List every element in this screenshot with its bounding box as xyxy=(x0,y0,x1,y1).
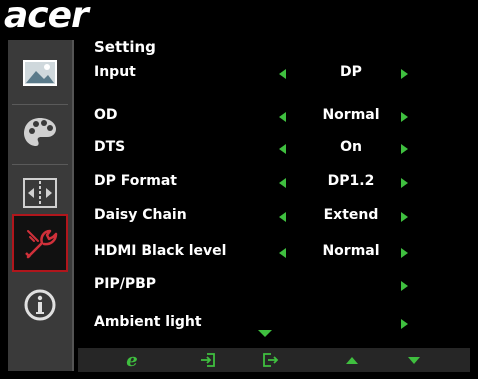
acer-logo: acer xyxy=(4,0,89,36)
menu-row[interactable]: PIP/PBP xyxy=(0,276,478,296)
menu-row-label: Daisy Chain xyxy=(94,207,187,223)
left-arrow-icon[interactable] xyxy=(279,69,286,79)
menu-row[interactable]: Daisy Chain Extend xyxy=(0,207,478,227)
menu-row-value: DP1.2 xyxy=(327,173,375,189)
sidebar-divider xyxy=(12,104,68,105)
right-arrow-icon[interactable] xyxy=(401,178,408,188)
exit-button[interactable] xyxy=(258,350,282,370)
menu-row[interactable]: OD Normal xyxy=(0,107,478,127)
up-arrow-icon xyxy=(346,357,358,364)
sidebar-divider xyxy=(12,164,68,165)
menu-row[interactable]: HDMI Black level Normal xyxy=(0,243,478,263)
down-button[interactable] xyxy=(402,350,426,370)
right-arrow-icon[interactable] xyxy=(401,319,408,329)
left-arrow-icon[interactable] xyxy=(279,144,286,154)
bottom-control-bar: e xyxy=(78,348,470,372)
left-arrow-icon[interactable] xyxy=(279,112,286,122)
enter-button[interactable] xyxy=(196,350,220,370)
left-arrow-icon[interactable] xyxy=(279,212,286,222)
menu-row-value: Normal xyxy=(322,243,380,259)
down-arrow-icon xyxy=(408,357,420,364)
menu-row[interactable]: Input DP xyxy=(0,64,478,84)
menu-row[interactable]: DP Format DP1.2 xyxy=(0,173,478,193)
right-arrow-icon[interactable] xyxy=(401,281,408,291)
menu-row-label: DTS xyxy=(94,139,126,155)
right-arrow-icon[interactable] xyxy=(401,112,408,122)
left-arrow-icon[interactable] xyxy=(279,248,286,258)
menu-row-label: Input xyxy=(94,64,136,80)
right-arrow-icon[interactable] xyxy=(401,144,408,154)
right-arrow-icon[interactable] xyxy=(401,69,408,79)
menu-row-label: HDMI Black level xyxy=(94,243,227,259)
e-key-button[interactable]: e xyxy=(120,349,144,371)
enter-icon xyxy=(201,353,215,367)
up-button[interactable] xyxy=(340,350,364,370)
menu-row-label: PIP/PBP xyxy=(94,276,157,292)
menu-row[interactable]: Ambient light xyxy=(0,314,478,334)
scroll-down-indicator xyxy=(258,330,272,337)
exit-icon xyxy=(263,353,279,367)
menu-row-label: DP Format xyxy=(94,173,178,189)
menu-title: Setting xyxy=(94,38,156,56)
menu-row-value: Extend xyxy=(323,207,379,223)
e-key-icon: e xyxy=(126,349,138,371)
menu-row[interactable]: DTS On xyxy=(0,139,478,159)
menu-row-label: Ambient light xyxy=(94,314,202,330)
right-arrow-icon[interactable] xyxy=(401,212,408,222)
menu-row-value: DP xyxy=(340,64,362,80)
menu-row-value: Normal xyxy=(322,107,380,123)
right-arrow-icon[interactable] xyxy=(401,248,408,258)
menu-row-value: On xyxy=(340,139,362,155)
left-arrow-icon[interactable] xyxy=(279,178,286,188)
menu-row-label: OD xyxy=(94,107,118,123)
